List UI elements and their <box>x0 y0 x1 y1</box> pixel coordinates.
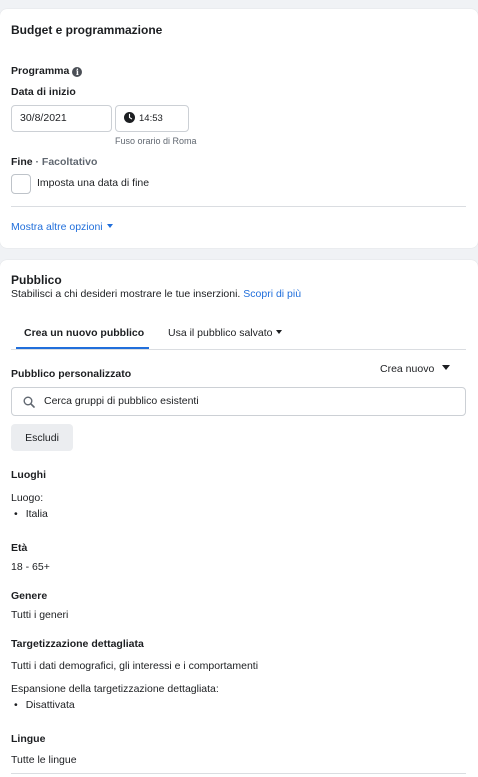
end-label: Fine · Facoltativo <box>11 156 97 168</box>
start-date-label: Data di inizio <box>11 86 76 98</box>
tab-create-new-audience[interactable]: Crea un nuovo pubblico <box>24 327 144 339</box>
audience-subtitle-text: Stabilisci a chi desideri mostrare le tu… <box>11 288 241 300</box>
detailed-targeting-value: Tutti i dati demografici, gli interessi … <box>11 660 259 672</box>
learn-more-link[interactable]: Scopri di più <box>243 288 301 300</box>
clock-icon <box>124 112 135 123</box>
start-date-input[interactable]: 30/8/2021 <box>11 105 112 132</box>
audience-subtitle: Stabilisci a chi desideri mostrare le tu… <box>11 288 301 300</box>
end-label-text: Fine <box>11 156 33 168</box>
languages-value: Tutte le lingue <box>11 754 77 766</box>
info-icon[interactable]: i <box>72 67 83 77</box>
location-item: Italia <box>14 508 48 520</box>
end-date-checkbox[interactable] <box>11 174 31 194</box>
age-heading: Età <box>11 542 28 554</box>
end-date-checkbox-label: Imposta una data di fine <box>37 177 150 189</box>
audience-search-placeholder: Cerca gruppi di pubblico esistenti <box>44 395 199 407</box>
timezone-note: Fuso orario di Roma <box>115 136 197 146</box>
more-options-link[interactable]: Mostra altre opzioni <box>11 221 113 233</box>
audience-search-input[interactable]: Cerca gruppi di pubblico esistenti <box>11 387 466 416</box>
divider <box>11 206 466 207</box>
detailed-targeting-heading: Targetizzazione dettagliata <box>11 638 144 650</box>
schedule-label-text: Programma <box>11 65 70 77</box>
audience-card: Pubblico Stabilisci a chi desideri mostr… <box>0 260 478 777</box>
create-new-label: Crea nuovo <box>380 363 435 375</box>
divider <box>11 773 466 774</box>
tab-saved-audience-label: Usa il pubblico salvato <box>168 327 273 339</box>
budget-schedule-card: Budget e programmazione Programma i Data … <box>0 9 478 248</box>
start-time-input[interactable]: 14:53 <box>115 105 189 132</box>
create-new-dropdown[interactable]: Crea nuovo <box>380 363 451 375</box>
start-date-value: 30/8/2021 <box>20 112 67 124</box>
custom-audience-label: Pubblico personalizzato <box>11 368 132 380</box>
targeting-expansion-label: Espansione della targetizzazione dettagl… <box>11 683 219 695</box>
languages-heading: Lingue <box>11 733 46 745</box>
audience-card-title: Pubblico <box>11 273 62 287</box>
budget-card-title: Budget e programmazione <box>11 23 163 37</box>
more-options-label: Mostra altre opzioni <box>11 221 103 233</box>
exclude-button[interactable]: Escludi <box>11 424 73 451</box>
tab-saved-audience[interactable]: Usa il pubblico salvato <box>168 327 283 339</box>
gender-value: Tutti i generi <box>11 609 69 621</box>
tabs-divider <box>11 349 466 350</box>
gender-heading: Genere <box>11 590 48 602</box>
chevron-down-icon <box>106 224 113 228</box>
schedule-label: Programma i <box>11 65 83 77</box>
age-value: 18 - 65+ <box>11 561 50 573</box>
start-time-value: 14:53 <box>139 113 163 124</box>
targeting-expansion-item: Disattivata <box>14 699 75 711</box>
search-icon <box>23 396 35 408</box>
chevron-down-icon <box>442 365 451 370</box>
locations-sub: Luogo: <box>11 492 44 504</box>
locations-heading: Luoghi <box>11 469 46 481</box>
chevron-down-icon <box>276 330 283 334</box>
end-optional: · Facoltativo <box>35 156 98 168</box>
